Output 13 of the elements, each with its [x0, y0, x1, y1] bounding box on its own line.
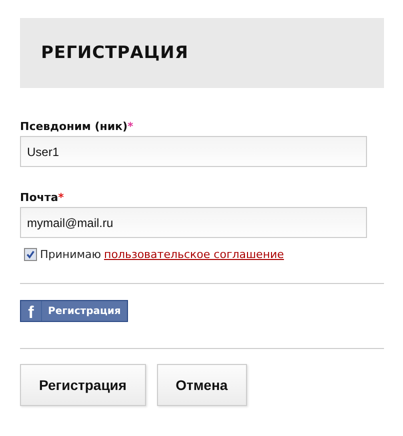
checkbox[interactable]	[24, 248, 37, 261]
required-mark: *	[128, 120, 134, 133]
agreement-text: Принимаю	[40, 248, 102, 261]
facebook-register-button[interactable]: f Регистрация	[20, 300, 128, 322]
agreement-link[interactable]: пользовательское соглашение	[104, 248, 284, 261]
input-field[interactable]: mymail@mail.ru	[20, 207, 367, 238]
required-mark: *	[58, 191, 64, 204]
page-title: РЕГИСТРАЦИЯ	[41, 43, 188, 63]
register-button[interactable]: Регистрация	[20, 364, 146, 406]
input-field[interactable]: User1	[20, 136, 367, 167]
field-label: Почта	[20, 191, 58, 204]
field-label: Псевдоним (ник)	[20, 120, 128, 133]
cancel-button[interactable]: Отмена	[156, 364, 247, 406]
